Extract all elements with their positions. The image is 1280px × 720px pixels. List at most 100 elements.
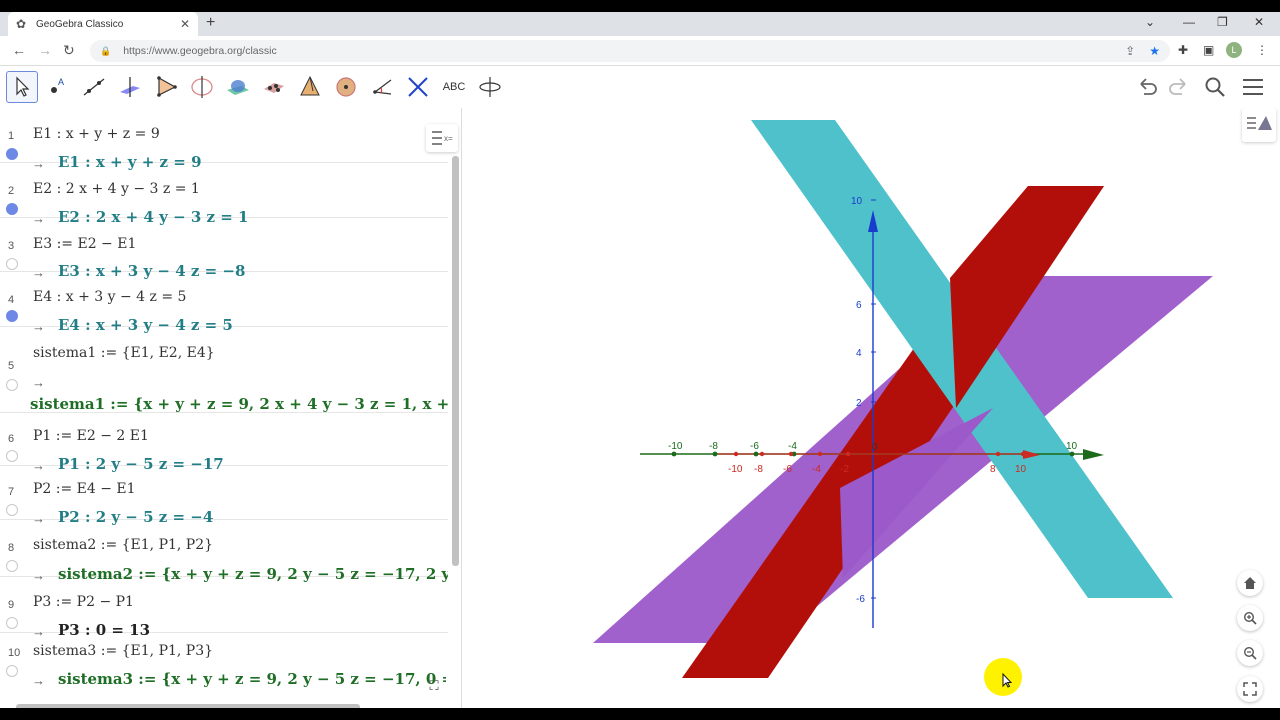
bookmark-star-icon[interactable]: ★ (1149, 44, 1160, 58)
algebra-options-button[interactable]: x= (426, 124, 458, 152)
search-icon[interactable] (1203, 75, 1227, 99)
red-axis-tick-label: -10 (728, 464, 743, 475)
browser-menu-icon[interactable]: ⋮ (1256, 43, 1268, 57)
algebra-row[interactable]: 7 P2 := E4 − E1 → P2 : 2 y − 5 z = −4 (0, 466, 448, 526)
red-axis-tick (817, 451, 823, 457)
z-axis-tick-label: 6 (856, 300, 862, 311)
row-input[interactable]: sistema1 := {E1, E2, E4} (33, 345, 215, 361)
vertical-scrollbar[interactable] (452, 156, 459, 566)
plane-tool[interactable] (258, 71, 290, 103)
visibility-toggle[interactable] (6, 310, 18, 322)
intersect-tool[interactable] (222, 71, 254, 103)
point-icon: A (51, 77, 64, 93)
extensions-icon[interactable]: ✚ (1178, 43, 1188, 57)
algebra-row[interactable]: 10 sistema3 := {E1, P1, P3} → sistema3 :… (0, 633, 448, 698)
back-icon[interactable]: ← (12, 42, 26, 58)
home-view-button[interactable] (1237, 570, 1263, 596)
visibility-toggle[interactable] (6, 450, 18, 462)
pyramid-tool[interactable] (294, 71, 326, 103)
tab-bar: ✿ GeoGebra Classico ✕ + ⌄ — ❐ ✕ (0, 12, 1280, 36)
visibility-toggle[interactable] (6, 379, 18, 391)
algebra-row[interactable]: 5 sistema1 := {E1, E2, E4} → sistema1 :=… (0, 327, 448, 413)
sphere-tool[interactable] (330, 71, 362, 103)
tab-search-icon[interactable]: ⌄ (1145, 15, 1155, 29)
new-tab-icon[interactable]: + (206, 15, 215, 31)
row-input[interactable]: E4 : x + 3 y − 4 z = 5 (33, 289, 186, 305)
point-tool[interactable]: A (42, 71, 74, 103)
rotate-view-tool[interactable] (474, 71, 506, 103)
reload-icon[interactable]: ↻ (63, 42, 75, 58)
z-axis-tick-label: 4 (856, 348, 862, 359)
line-tool[interactable] (78, 71, 110, 103)
close-tab-icon[interactable]: ✕ (180, 17, 190, 31)
minimize-icon[interactable]: — (1183, 15, 1195, 29)
algebra-row[interactable]: 4 E4 : x + 3 y − 4 z = 5 → E4 : x + 3 y … (0, 272, 448, 334)
row-number: 6 (8, 433, 15, 445)
restore-icon[interactable]: ❐ (1217, 15, 1228, 29)
side-panel-icon[interactable]: ▣ (1203, 43, 1214, 57)
perpendicular-tool[interactable] (114, 71, 146, 103)
visibility-toggle[interactable] (6, 258, 18, 270)
angle-icon (373, 79, 392, 95)
address-bar-row: ← → ↻ 🔒 https://www.geogebra.org/classic… (0, 36, 1280, 66)
close-window-icon[interactable]: ✕ (1254, 15, 1264, 29)
visibility-toggle[interactable] (6, 203, 18, 215)
redo-icon[interactable] (1166, 75, 1190, 99)
red-axis-tick (788, 451, 794, 457)
visibility-toggle[interactable] (6, 617, 18, 629)
algebra-row[interactable]: 2 E2 : 2 x + 4 y − 3 z = 1 → E2 : 2 x + … (0, 163, 448, 226)
circle-tool[interactable] (186, 71, 218, 103)
move-tool[interactable] (6, 71, 38, 103)
browser-window: ✿ GeoGebra Classico ✕ + ⌄ — ❐ ✕ ← → ↻ 🔒 … (0, 12, 1280, 708)
algebra-row[interactable]: 6 P1 := E2 − 2 E1 → P1 : 2 y − 5 z = −17 (0, 413, 448, 473)
row-input[interactable]: E2 : 2 x + 4 y − 3 z = 1 (33, 181, 200, 197)
text-tool[interactable]: ABC (438, 71, 470, 103)
row-number: 5 (8, 360, 15, 372)
share-icon[interactable]: ⇪ (1125, 44, 1135, 58)
row-input[interactable]: E1 : x + y + z = 9 (33, 126, 160, 142)
polygon-tool[interactable] (150, 71, 182, 103)
angle-tool[interactable] (366, 71, 398, 103)
zoom-out-button[interactable] (1237, 640, 1263, 666)
visibility-toggle[interactable] (6, 665, 18, 677)
graphics-style-bar-button[interactable] (1242, 108, 1276, 142)
fullscreen-algebra-icon[interactable]: ⛶ (424, 678, 444, 698)
avatar[interactable]: L (1226, 42, 1242, 58)
red-axis-tick-label: -8 (754, 464, 763, 475)
zoom-in-button[interactable] (1237, 605, 1263, 631)
sphere-plane-icon (227, 80, 249, 95)
row-number: 1 (8, 130, 15, 142)
row-number: 7 (8, 486, 15, 498)
undo-icon[interactable] (1136, 75, 1160, 99)
hamburger-menu-icon[interactable] (1241, 75, 1265, 99)
algebra-row[interactable]: 1 E1 : x + y + z = 9 → E1 : x + y + z = … (0, 108, 448, 171)
row-number: 9 (8, 599, 15, 611)
row-input[interactable]: E3 := E2 − E1 (33, 236, 136, 252)
row-input[interactable]: P3 := P2 − P1 (33, 594, 134, 610)
browser-tab[interactable]: ✿ GeoGebra Classico ✕ (8, 12, 198, 36)
row-input[interactable]: P2 := E4 − E1 (33, 481, 136, 497)
row-input[interactable]: P1 := E2 − 2 E1 (33, 428, 149, 444)
graphics-3d-view[interactable]: 10 6 4 2 -6 -10 -8 -6 -4 10 -10 -8 -6 -4 -2 8 10 0 (468, 108, 1280, 708)
row-output: sistema3 := {x + y + z = 9, 2 y − 5 z = … (58, 670, 446, 688)
fullscreen-button[interactable] (1237, 676, 1263, 702)
algebra-description-icon: x= (432, 131, 453, 145)
visibility-toggle[interactable] (6, 504, 18, 516)
red-axis-tick-label: 8 (990, 464, 996, 475)
forward-icon[interactable]: → (38, 42, 52, 58)
origin-label: 0 (872, 442, 878, 453)
row-input[interactable]: sistema3 := {E1, P1, P3} (33, 643, 213, 659)
visibility-toggle[interactable] (6, 560, 18, 572)
algebra-row[interactable]: 9 P3 := P2 − P1 → P3 : 0 = 13 (0, 577, 448, 639)
algebra-row[interactable]: 3 E3 := E2 − E1 → E3 : x + 3 y − 4 z = −… (0, 218, 448, 280)
visibility-toggle[interactable] (6, 148, 18, 160)
url-field[interactable]: 🔒 https://www.geogebra.org/classic ⇪ ★ (90, 40, 1170, 62)
reflect-tool[interactable] (402, 71, 434, 103)
graphics-canvas[interactable]: 10 6 4 2 -6 -10 -8 -6 -4 10 -10 -8 -6 -4 -2 8 10 0 (468, 108, 1280, 708)
algebra-row[interactable]: 8 sistema2 := {E1, P1, P2} → sistema2 :=… (0, 520, 448, 583)
text-tool-label: ABC (442, 81, 466, 93)
home-icon (1244, 577, 1256, 589)
row-input[interactable]: sistema2 := {E1, P1, P2} (33, 537, 213, 553)
horizontal-scrollbar[interactable] (16, 704, 360, 708)
red-axis-tick-label: -4 (812, 464, 821, 475)
